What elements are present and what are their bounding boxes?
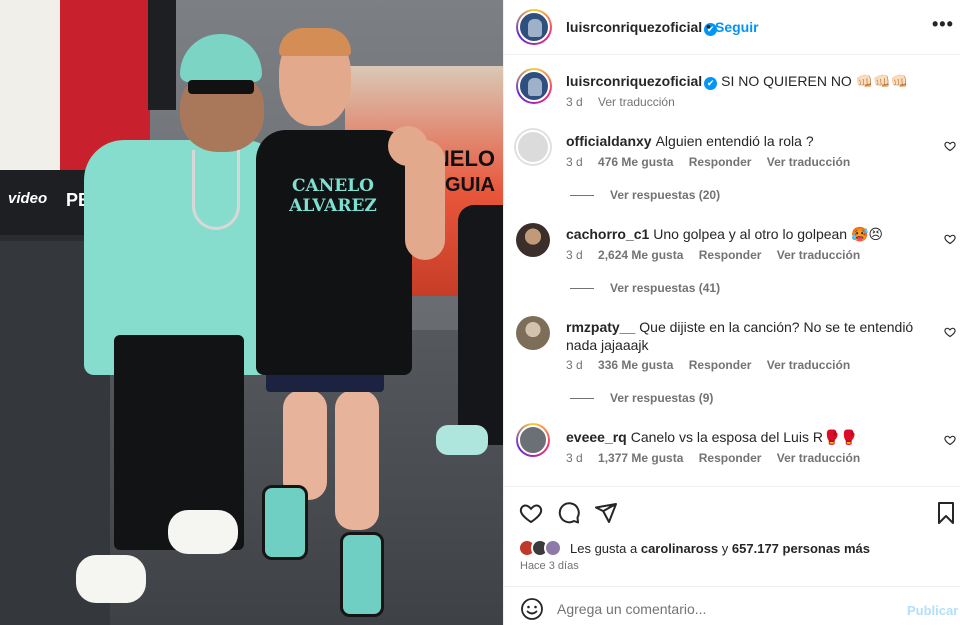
post-header: luisrconriquezoficial ✔ • Seguir ••• [504,0,960,55]
likes-summary: Les gusta a carolinaross y 657.177 perso… [570,541,870,556]
comment-icon[interactable] [557,501,581,525]
liker-avatar [544,539,562,557]
publish-button[interactable]: Publicar [907,603,958,618]
view-replies-button[interactable]: Ver respuestas (41) [570,281,720,295]
caption-username[interactable]: luisrconriquezoficial ✔ [566,73,718,90]
comment-body: officialdanxy Alguien entendió la rola ? [566,132,921,150]
comment-meta: 3 d 2,624 Me gusta Responder Ver traducc… [566,248,872,262]
heart-icon[interactable] [944,140,956,152]
comment-time[interactable]: 3 d [566,155,583,169]
author-avatar[interactable] [516,9,552,45]
photo-shirt-text: CANELO ALVAREZ [289,176,377,216]
post-side-panel: luisrconriquezoficial ✔ • Seguir ••• luis… [503,0,960,625]
emoji-icon[interactable] [520,597,544,621]
comment-avatar[interactable] [516,316,550,350]
photo-person-right-fist [388,126,428,166]
photo-chain [192,150,240,230]
view-replies-button[interactable]: Ver respuestas (9) [570,391,713,405]
photo-pbc-banner-top [148,0,176,110]
comment-meta: 3 d 476 Me gusta Responder Ver traducció… [566,155,862,169]
caption-avatar[interactable] [516,68,552,104]
comment-body: rmzpaty__ Que dijiste en la canción? No s… [566,318,921,354]
comment-translate-link[interactable]: Ver traducción [777,451,860,465]
comment-body: cachorro_c1 Uno golpea y al otro lo golpe… [566,225,921,243]
comment-text: Canelo vs la esposa del Luis R🥊🥊 [630,429,858,445]
photo-background-person [458,205,503,445]
photo-background-shoe [436,425,488,455]
liker-username[interactable]: carolinaross [641,541,718,556]
photo-person-right-hair [279,28,351,56]
likes-count[interactable]: 657.177 personas más [732,541,870,556]
caption-text: SI NO QUIEREN NO 👊🏻👊🏻👊🏻 [721,73,909,89]
comment-reply-button[interactable]: Responder [689,155,752,169]
comment-avatar[interactable] [516,423,550,457]
comment-body: eveee_rq Canelo vs la esposa del Luis R🥊🥊 [566,428,921,446]
comment-username[interactable]: cachorro_c1 [566,226,649,242]
comment-likes[interactable]: 1,377 Me gusta [598,451,683,465]
heart-icon[interactable] [944,326,956,338]
comment-meta: 3 d 1,377 Me gusta Responder Ver traducc… [566,451,872,465]
caption-translate-link[interactable]: Ver traducción [598,95,675,109]
comment-username[interactable]: eveee_rq [566,429,627,445]
photo-person-left-glasses [188,80,254,94]
caption-time[interactable]: 3 d [566,95,583,109]
more-icon[interactable]: ••• [932,14,954,35]
likes-prefix: Les gusta a [570,541,638,556]
comment-likes[interactable]: 476 Me gusta [598,155,673,169]
post-photo[interactable]: video PBC CANELO MUNGUIA CANELO ALVAREZ [0,0,503,625]
comment-time[interactable]: 3 d [566,358,583,372]
photo-person-left-shoe [76,555,146,603]
post-actions: Les gusta a carolinaross y 657.177 perso… [504,486,960,586]
comment-meta: 3 d 336 Me gusta Responder Ver traducció… [566,358,862,372]
comment-time[interactable]: 3 d [566,451,583,465]
add-comment-bar: Publicar [504,586,960,625]
photo-person-right-leg [283,390,327,500]
heart-icon[interactable] [944,434,956,446]
comment-likes[interactable]: 336 Me gusta [598,358,673,372]
photo-person-right-shirt [256,130,412,375]
comment-translate-link[interactable]: Ver traducción [767,155,850,169]
likers-avatars[interactable] [518,539,570,559]
comment-avatar[interactable] [516,223,550,257]
likes-mid: y [721,541,729,556]
comment-reply-button[interactable]: Responder [689,358,752,372]
comment-username[interactable]: rmzpaty__ [566,319,635,335]
photo-person-right-shoe [262,485,308,560]
follow-button[interactable]: Seguir [715,19,759,35]
view-replies-button[interactable]: Ver respuestas (20) [570,188,720,202]
comment-reply-button[interactable]: Responder [699,451,762,465]
verified-icon: ✔ [704,77,718,90]
photo-person-right-leg [335,390,379,530]
photo-person-right-shoe [340,532,384,617]
share-icon[interactable] [594,501,618,525]
author-username[interactable]: luisrconriquezoficial ✔ [566,19,718,36]
photo-video-label: video [8,190,48,207]
comment-reply-button[interactable]: Responder [699,248,762,262]
comment-translate-link[interactable]: Ver traducción [767,358,850,372]
comment-translate-link[interactable]: Ver traducción [777,248,860,262]
add-comment-input[interactable] [557,601,887,617]
post-time-ago[interactable]: Hace 3 días [520,560,579,572]
comment-time[interactable]: 3 d [566,248,583,262]
comment-likes[interactable]: 2,624 Me gusta [598,248,683,262]
heart-icon[interactable] [944,233,956,245]
comment-text: Alguien entendió la rola ? [655,133,814,149]
comment-text: Uno golpea y al otro lo golpean 🥵😣 [653,226,884,242]
caption-line: luisrconriquezoficial ✔ SI NO QUIEREN NO 👊… [566,72,936,90]
caption-meta: 3 d Ver traducción [566,95,687,109]
heart-icon[interactable] [519,501,543,525]
photo-person-left-shoe [168,510,238,554]
separator-dot: • [706,18,711,34]
bookmark-icon[interactable] [934,501,958,525]
comment-avatar[interactable] [516,130,550,164]
comment-username[interactable]: officialdanxy [566,133,652,149]
